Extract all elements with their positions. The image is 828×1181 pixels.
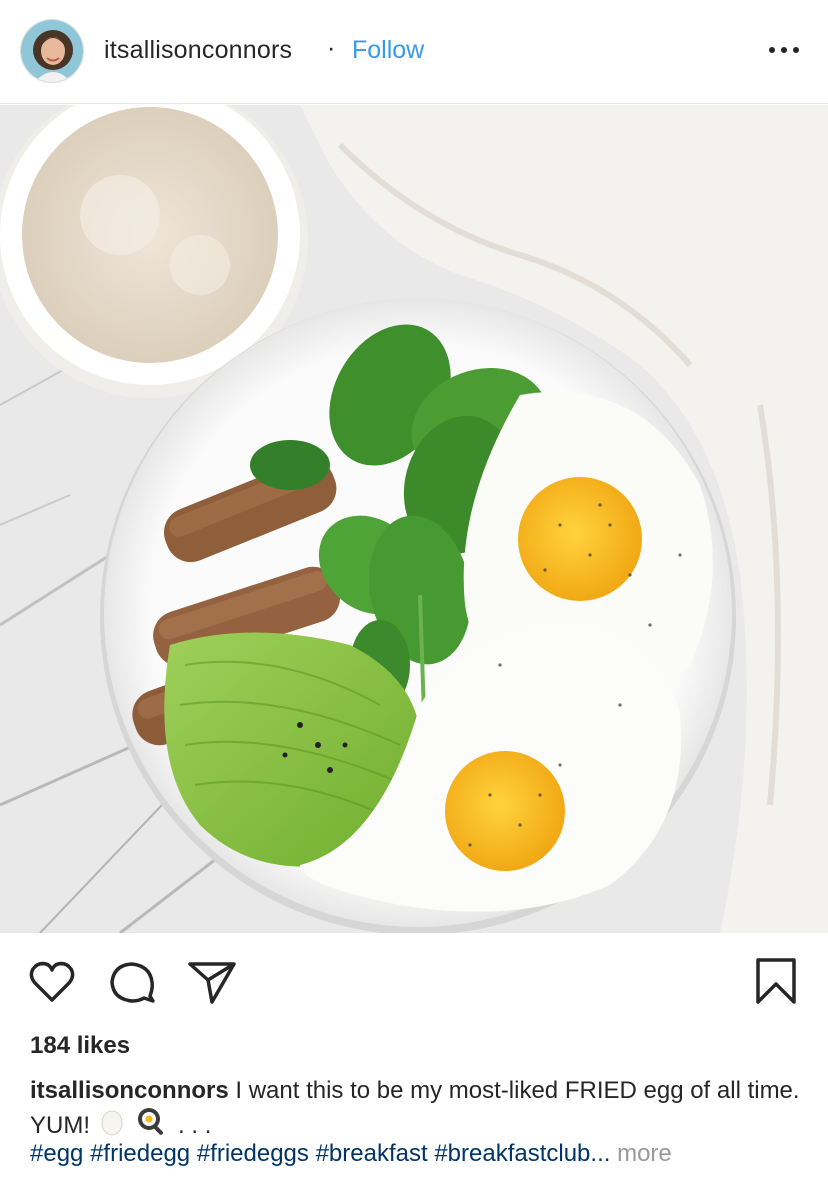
hashtag[interactable]: #breakfastclub...	[434, 1140, 610, 1167]
post-username[interactable]: itsallisonconnors	[104, 36, 292, 65]
bookmark-icon[interactable]	[750, 956, 802, 1008]
hashtag[interactable]: #breakfast	[316, 1140, 428, 1167]
post-photo[interactable]	[0, 105, 828, 933]
likes-count[interactable]: 184 likes	[30, 1032, 130, 1060]
caption: itsallisonconnors I want this to be my m…	[30, 1075, 800, 1146]
heart-icon[interactable]	[26, 956, 78, 1008]
paper-plane-icon[interactable]	[186, 956, 238, 1008]
more-options-icon[interactable]	[766, 36, 802, 64]
hashtag[interactable]: #friedeggs	[197, 1140, 309, 1167]
hashtag[interactable]: #egg	[30, 1140, 83, 1167]
caption-trailing: . . .	[178, 1111, 212, 1139]
comment-icon[interactable]	[106, 956, 158, 1008]
hashtags: #egg #friedegg #friedeggs #breakfast #br…	[30, 1138, 672, 1170]
caption-username[interactable]: itsallisonconnors	[30, 1077, 229, 1104]
more-link[interactable]: more	[617, 1140, 672, 1167]
separator-dot: ·	[327, 34, 336, 62]
avatar[interactable]	[20, 19, 84, 83]
follow-button[interactable]: Follow	[352, 36, 424, 65]
hashtag[interactable]: #friedegg	[90, 1140, 190, 1167]
post-header: itsallisonconnors · Follow	[0, 0, 828, 104]
action-bar	[0, 933, 828, 1023]
